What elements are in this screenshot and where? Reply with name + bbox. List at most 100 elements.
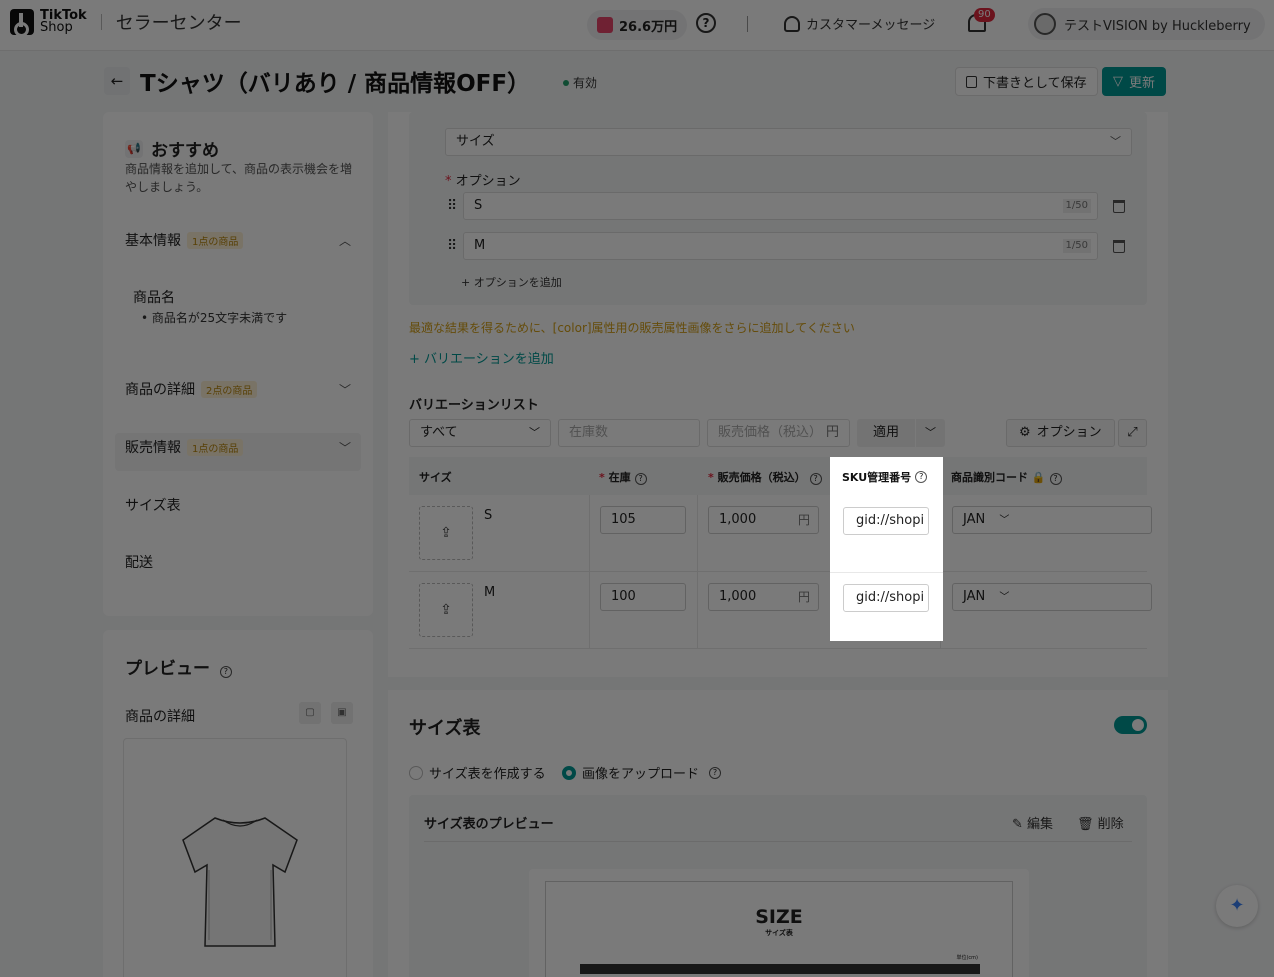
update-button[interactable]: ▽ 更新 — [1102, 67, 1167, 96]
notification-badge: 90 — [974, 8, 995, 22]
size-chart-toggle[interactable] — [1114, 716, 1147, 734]
radio-icon — [409, 765, 423, 780]
help-icon[interactable]: ? — [696, 13, 716, 33]
size-chart-preview: サイズ表のプレビュー ✎ 編集 🗑 削除 SIZE サイズ表 単位(cm) — [409, 795, 1147, 977]
bulk-stock-input[interactable]: 在庫数 — [558, 419, 700, 447]
help-icon: ? — [915, 471, 928, 483]
shop-switcher[interactable]: テストVISION by Huckleberry — [1028, 8, 1265, 40]
save-icon — [966, 75, 977, 88]
radio-create[interactable]: サイズ表を作成する — [409, 763, 546, 782]
section-sales-info[interactable]: 販売情報 1点の商品 ﹀ — [125, 437, 351, 457]
points-button[interactable]: 26.6万円 — [587, 10, 688, 40]
radio-checked-icon — [562, 765, 576, 780]
chevron-down-icon: ﹀ — [338, 440, 351, 455]
help-icon[interactable]: ? — [219, 666, 232, 678]
customer-message-button[interactable]: カスタマーメッセージ — [784, 14, 935, 33]
chevron-down-icon: ﹀ — [1110, 135, 1121, 148]
customer-message-label: カスタマーメッセージ — [806, 18, 936, 33]
save-draft-button[interactable]: 下書きとして保存 — [955, 67, 1098, 96]
size-chart-card: サイズ表 サイズ表を作成する 画像をアップロード ? サイズ表のプレビュー ✎ … — [388, 690, 1168, 977]
option-name-select[interactable]: サイズ ﹀ — [445, 128, 1132, 156]
drag-handle-icon[interactable]: ⠿ — [447, 198, 457, 214]
table-header: サイズ * 在庫? * 販売価格（税込）? 商品識別コード 🔒? — [409, 457, 1147, 495]
chevron-down-icon: ﹀ — [338, 382, 351, 397]
headset-icon — [784, 15, 800, 32]
variation-name: M — [484, 585, 496, 600]
th-sku: SKU管理番号? — [842, 469, 928, 485]
stock-input[interactable]: 105 — [600, 506, 686, 534]
lock-icon[interactable]: ▢ — [299, 702, 321, 724]
divider — [747, 16, 748, 32]
section-product-detail[interactable]: 商品の詳細 2点の商品 ﹀ — [125, 379, 351, 399]
th-size: サイズ — [419, 471, 452, 484]
price-input[interactable]: 1,000 円 — [708, 506, 819, 534]
image-heading: SIZE — [755, 906, 803, 928]
table-row: ⇪ S 105 1,000 円 JAN ﹀ — [409, 495, 1152, 572]
section-label: 基本情報 — [125, 233, 181, 249]
upload-icon[interactable]: ⇪ — [419, 583, 473, 637]
ai-assistant-icon[interactable]: ✦ — [1216, 885, 1258, 927]
chevron-down-icon: ﹀ — [529, 426, 540, 439]
upload-icon[interactable]: ⇪ — [419, 506, 473, 560]
product-code-select[interactable]: JAN ﹀ — [952, 506, 1152, 534]
recommend-title: 📢 おすすめ — [125, 136, 219, 161]
tshirt-image — [182, 817, 298, 947]
options-button[interactable]: ⚙ オプション — [1006, 419, 1115, 447]
recommend-title-label: おすすめ — [151, 141, 219, 161]
section-basic-info[interactable]: 基本情報 1点の商品 ︿ — [125, 230, 351, 250]
add-variation-button[interactable]: + バリエーションを追加 — [409, 348, 554, 367]
trash-icon: 🗑 — [1077, 817, 1098, 832]
gear-icon: ⚙ — [1019, 425, 1031, 440]
apply-dropdown-chevron-icon[interactable]: ﹀ — [916, 419, 945, 447]
trash-icon[interactable] — [1113, 240, 1125, 253]
delete-button[interactable]: 🗑 削除 — [1077, 813, 1124, 832]
gift-icon — [597, 17, 613, 33]
drag-handle-icon[interactable]: ⠿ — [447, 238, 457, 254]
char-count: 1/50 — [1062, 239, 1091, 253]
radio-upload[interactable]: 画像をアップロード ? — [562, 763, 722, 782]
count-tag: 2点の商品 — [201, 380, 258, 398]
top-bar: TikTok Shop セラーセンター 26.6万円 ? カスタマーメッセージ … — [0, 0, 1274, 51]
bulk-price-input[interactable]: 販売価格（税込） 円 — [707, 419, 850, 447]
points-value: 26.6万円 — [619, 19, 678, 35]
logo-text-shop: Shop — [40, 20, 73, 35]
recommend-desc: 商品情報を追加して、商品の表示機会を増やしましょう。 — [125, 162, 353, 194]
section-size-chart[interactable]: サイズ表 — [125, 495, 351, 515]
trash-icon[interactable] — [1113, 200, 1125, 213]
section-label: サイズ表 — [125, 498, 181, 514]
help-icon[interactable]: ? — [709, 766, 722, 779]
copy-icon[interactable]: ▣ — [331, 702, 353, 724]
size-chart-title: サイズ表 — [409, 718, 481, 739]
option-input-s[interactable]: S 1/50 — [463, 192, 1098, 220]
edit-button[interactable]: ✎ 編集 — [1012, 813, 1053, 832]
table-row: ⇪ M 100 1,000 円 JAN ﹀ — [409, 572, 1152, 649]
add-option-button[interactable]: + オプションを追加 — [461, 274, 562, 290]
section-shipping[interactable]: 配送 — [125, 552, 351, 572]
save-draft-label: 下書きとして保存 — [983, 76, 1087, 91]
count-tag: 1点の商品 — [187, 231, 244, 249]
section-label: 販売情報 — [125, 440, 181, 456]
filter-icon: ▽ — [1113, 74, 1123, 89]
update-label: 更新 — [1129, 76, 1156, 91]
edit-icon: ✎ — [1012, 817, 1028, 832]
product-code-select[interactable]: JAN ﹀ — [952, 583, 1152, 611]
price-input[interactable]: 1,000 円 — [708, 583, 819, 611]
expand-icon[interactable]: ⤢ — [1118, 419, 1147, 447]
item-bullet: • 商品名が25文字未満です — [141, 311, 288, 325]
page-title: Tシャツ（バリあり / 商品情報OFF） — [140, 71, 531, 97]
stock-input[interactable]: 100 — [600, 583, 686, 611]
warning-text: 最適な結果を得るために、[color]属性用の販売属性画像をさらに追加してくださ… — [409, 321, 855, 335]
variation-list-title: バリエーションリスト — [409, 398, 539, 413]
sku-input[interactable]: gid://shopi — [843, 507, 929, 535]
apply-button[interactable]: 適用 — [857, 419, 915, 447]
preview-sub: 商品の詳細 — [125, 709, 195, 725]
tiktok-shop-logo[interactable]: TikTok Shop セラーセンター — [10, 9, 242, 37]
sku-input[interactable]: gid://shopi — [843, 584, 929, 612]
divider — [100, 14, 102, 30]
recommend-panel: 📢 おすすめ 商品情報を追加して、商品の表示機会を増やしましょう。 基本情報 1… — [103, 112, 373, 616]
status-dot-icon — [563, 79, 569, 86]
variation-filter-select[interactable]: すべて ﹀ — [409, 419, 551, 447]
option-input-m[interactable]: M 1/50 — [463, 232, 1098, 260]
back-button[interactable]: ← — [104, 67, 130, 95]
item-name-label: 商品名 — [133, 290, 175, 306]
